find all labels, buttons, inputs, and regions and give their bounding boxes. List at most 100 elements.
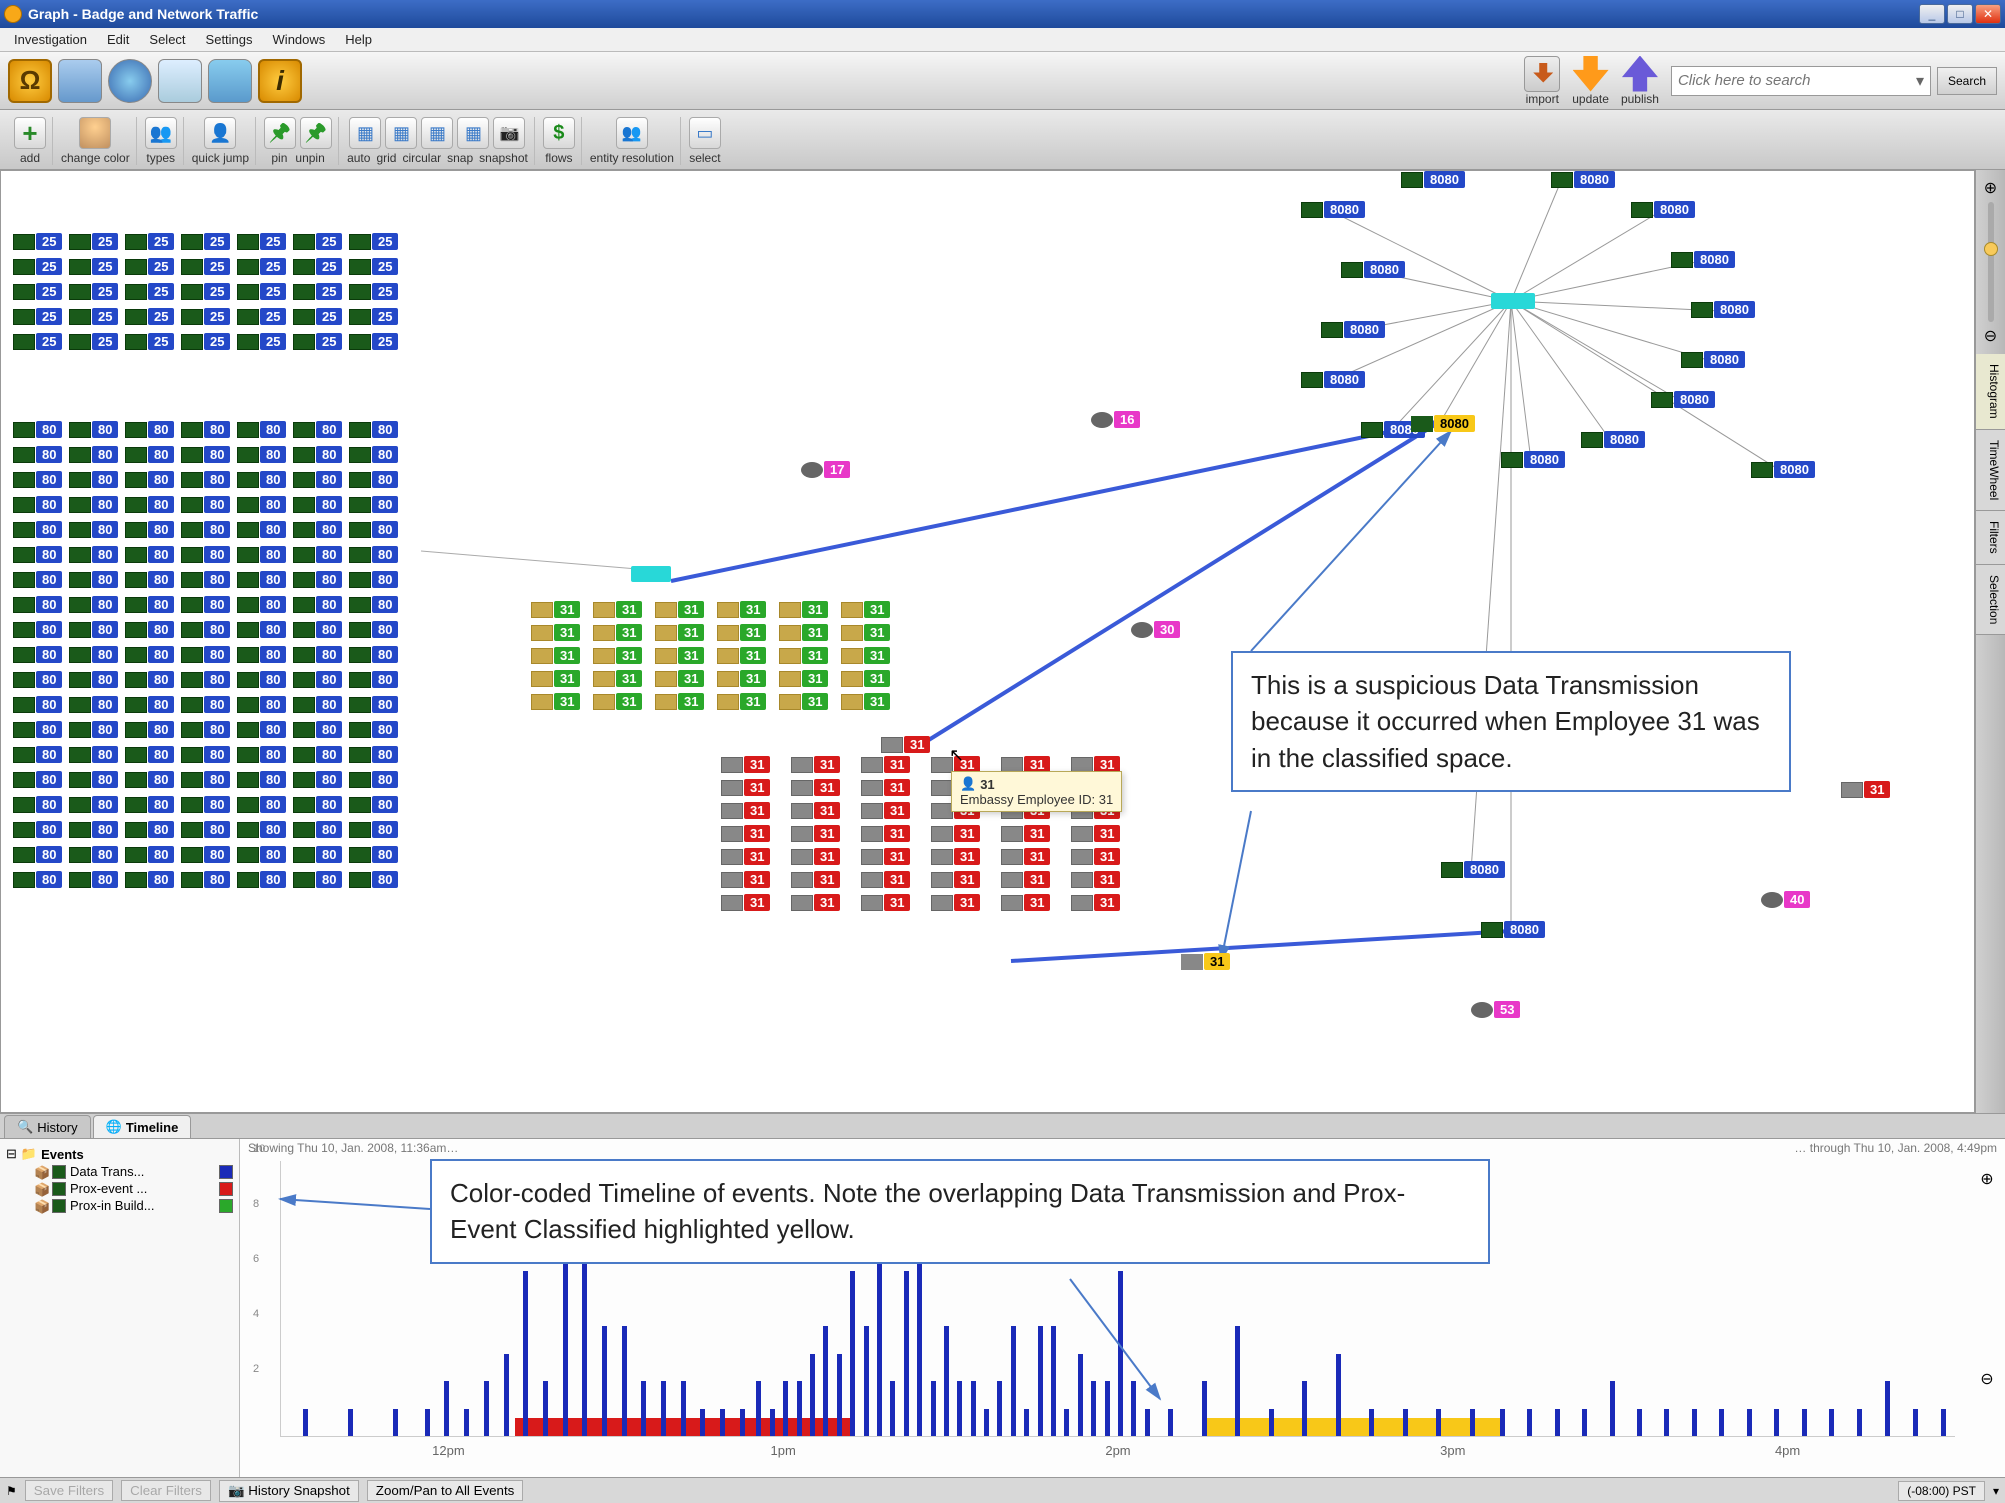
network-node-8080[interactable]: 8080	[1651, 391, 1715, 408]
focus-node-31[interactable]: 31	[881, 736, 930, 753]
menu-investigation[interactable]: Investigation	[4, 30, 97, 49]
blue-node-25[interactable]: 25	[237, 233, 291, 250]
blue-node-80[interactable]: 80	[69, 521, 123, 538]
network-node-8080[interactable]: 8080	[1401, 171, 1465, 188]
blue-node-80[interactable]: 80	[13, 596, 67, 613]
blue-node-25[interactable]: 25	[181, 308, 235, 325]
green-node-31[interactable]: 31	[717, 693, 777, 710]
timeline-chart-area[interactable]: Showing Thu 10, Jan. 2008, 11:36am… … th…	[240, 1139, 2005, 1477]
blue-node-80[interactable]: 80	[237, 521, 291, 538]
green-node-31[interactable]: 31	[841, 693, 901, 710]
blue-node-80[interactable]: 80	[349, 446, 403, 463]
search-dropdown-icon[interactable]: ▾	[1916, 71, 1924, 91]
blue-node-25[interactable]: 25	[181, 333, 235, 350]
blue-node-80[interactable]: 80	[237, 796, 291, 813]
blue-node-80[interactable]: 80	[237, 471, 291, 488]
red-node-31[interactable]: 31	[791, 825, 859, 842]
red-node-31[interactable]: 31	[931, 871, 999, 888]
import-button[interactable]: import	[1524, 56, 1560, 106]
zoom-plus-icon[interactable]: ⊕	[1980, 1169, 1993, 1189]
network-node-8080[interactable]: 8080	[1671, 251, 1735, 268]
blue-node-80[interactable]: 80	[293, 671, 347, 688]
blue-node-80[interactable]: 80	[125, 446, 179, 463]
blue-node-80[interactable]: 80	[349, 521, 403, 538]
blue-node-80[interactable]: 80	[69, 596, 123, 613]
red-node-31[interactable]: 31	[1071, 848, 1139, 865]
blue-node-80[interactable]: 80	[237, 421, 291, 438]
blue-node-80[interactable]: 80	[349, 796, 403, 813]
blue-node-80[interactable]: 80	[13, 571, 67, 588]
blue-node-80[interactable]: 80	[293, 471, 347, 488]
blue-node-80[interactable]: 80	[237, 621, 291, 638]
blue-node-80[interactable]: 80	[237, 871, 291, 888]
zoom-minus-icon[interactable]: ⊖	[1980, 1369, 1993, 1389]
green-node-31[interactable]: 31	[717, 624, 777, 641]
tool-add[interactable]: add	[8, 117, 53, 165]
blue-node-80[interactable]: 80	[125, 571, 179, 588]
blue-node-80[interactable]: 80	[125, 471, 179, 488]
tool-quick-jump[interactable]: quick jump	[186, 117, 256, 165]
menu-settings[interactable]: Settings	[196, 30, 263, 49]
blue-node-80[interactable]: 80	[125, 496, 179, 513]
blue-node-80[interactable]: 80	[13, 521, 67, 538]
red-node-31[interactable]: 31	[791, 894, 859, 911]
network-node-8080[interactable]: 8080	[1301, 201, 1365, 218]
red-node-31[interactable]: 31	[861, 894, 929, 911]
red-node-31[interactable]: 31	[1001, 825, 1069, 842]
green-node-31[interactable]: 31	[531, 624, 591, 641]
blue-node-80[interactable]: 80	[293, 846, 347, 863]
blue-node-80[interactable]: 80	[237, 446, 291, 463]
blue-node-80[interactable]: 80	[125, 771, 179, 788]
blue-node-80[interactable]: 80	[181, 721, 235, 738]
green-node-31[interactable]: 31	[779, 693, 839, 710]
red-node-31[interactable]: 31	[1071, 871, 1139, 888]
blue-node-25[interactable]: 25	[125, 283, 179, 300]
omega-icon[interactable]: Ω	[8, 59, 52, 103]
blue-node-25[interactable]: 25	[237, 283, 291, 300]
blue-node-25[interactable]: 25	[293, 283, 347, 300]
network-node-8080[interactable]: 8080	[1681, 351, 1745, 368]
network-node-8080[interactable]: 8080	[1751, 461, 1815, 478]
red-node-31[interactable]: 31	[1071, 894, 1139, 911]
blue-node-80[interactable]: 80	[349, 721, 403, 738]
blue-node-80[interactable]: 80	[181, 871, 235, 888]
blue-node-80[interactable]: 80	[181, 671, 235, 688]
blue-node-80[interactable]: 80	[181, 621, 235, 638]
green-node-31[interactable]: 31	[531, 601, 591, 618]
clear-filters-button[interactable]: Clear Filters	[121, 1480, 211, 1501]
blue-node-80[interactable]: 80	[237, 496, 291, 513]
red-node-31[interactable]: 31	[721, 848, 789, 865]
blue-node-80[interactable]: 80	[69, 621, 123, 638]
blue-node-80[interactable]: 80	[349, 846, 403, 863]
globe-icon[interactable]	[108, 59, 152, 103]
blue-node-80[interactable]: 80	[69, 871, 123, 888]
green-node-31[interactable]: 31	[655, 647, 715, 664]
blue-node-80[interactable]: 80	[237, 696, 291, 713]
blue-node-80[interactable]: 80	[293, 746, 347, 763]
blue-node-80[interactable]: 80	[293, 771, 347, 788]
blue-node-80[interactable]: 80	[125, 796, 179, 813]
blue-node-80[interactable]: 80	[349, 821, 403, 838]
red-node-31[interactable]: 31	[1001, 894, 1069, 911]
blue-node-80[interactable]: 80	[69, 671, 123, 688]
green-node-31[interactable]: 31	[593, 624, 653, 641]
green-node-31[interactable]: 31	[593, 647, 653, 664]
red-node-31[interactable]: 31	[861, 756, 929, 773]
tree-root[interactable]: ⊟ 📁 Events	[6, 1145, 233, 1163]
blue-node-80[interactable]: 80	[293, 521, 347, 538]
tool-change-color[interactable]: change color	[55, 117, 137, 165]
red-node-31[interactable]: 31	[791, 802, 859, 819]
blue-node-80[interactable]: 80	[181, 821, 235, 838]
blue-node-80[interactable]: 80	[237, 821, 291, 838]
blue-node-80[interactable]: 80	[181, 421, 235, 438]
blue-node-80[interactable]: 80	[293, 646, 347, 663]
blue-node-80[interactable]: 80	[293, 496, 347, 513]
green-node-31[interactable]: 31	[717, 670, 777, 687]
blue-node-25[interactable]: 25	[293, 333, 347, 350]
publish-button[interactable]: publish	[1621, 56, 1659, 106]
blue-node-80[interactable]: 80	[69, 571, 123, 588]
green-node-31[interactable]: 31	[655, 670, 715, 687]
red-node-31[interactable]: 31	[721, 779, 789, 796]
blue-node-80[interactable]: 80	[13, 721, 67, 738]
blue-node-80[interactable]: 80	[349, 571, 403, 588]
